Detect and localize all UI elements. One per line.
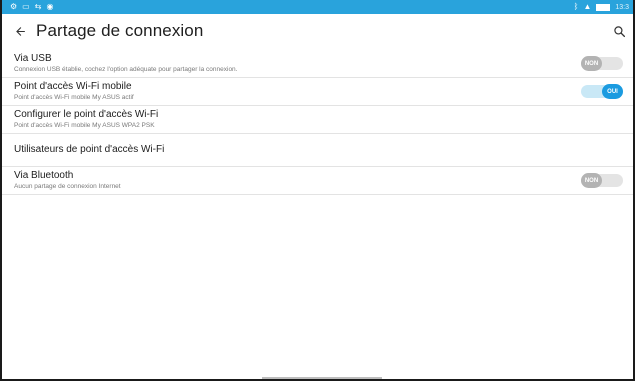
status-bar-left: ⚙ ▭ ⇆ ◉ bbox=[10, 3, 53, 11]
setting-subtitle: Connexion USB établie, cochez l'option a… bbox=[14, 66, 238, 73]
bluetooth-icon: ᛒ bbox=[573, 2, 579, 11]
setting-text: Point d'accès Wi-Fi mobile Point d'accès… bbox=[14, 81, 134, 102]
usb-toggle[interactable]: NON bbox=[581, 56, 623, 71]
setting-text: Via USB Connexion USB établie, cochez l'… bbox=[14, 53, 237, 74]
settings-list: Via USB Connexion USB établie, cochez l'… bbox=[2, 50, 633, 195]
toggle-knob: NON bbox=[581, 173, 602, 188]
setting-title: Utilisateurs de point d'accès Wi-Fi bbox=[14, 144, 165, 155]
message-icon: ▭ bbox=[22, 2, 30, 11]
status-bar-right: ᛒ ▲ 13:3 bbox=[574, 3, 629, 11]
setting-title: Configurer le point d'accès Wi-Fi bbox=[14, 109, 159, 120]
setting-subtitle: Point d'accès Wi-Fi mobile My ASUS actif bbox=[14, 94, 134, 101]
search-icon bbox=[613, 25, 625, 37]
wifi-icon: ▲ bbox=[583, 2, 592, 11]
setting-via-usb[interactable]: Via USB Connexion USB établie, cochez l'… bbox=[2, 50, 633, 78]
setting-text: Configurer le point d'accès Wi-Fi Point … bbox=[14, 109, 158, 130]
search-button[interactable] bbox=[611, 23, 627, 39]
page-title: Partage de connexion bbox=[36, 21, 204, 40]
setting-subtitle: Point d'accès Wi-Fi mobile My ASUS WPA2 … bbox=[14, 122, 155, 129]
back-button[interactable] bbox=[12, 23, 28, 39]
setting-text: Utilisateurs de point d'accès Wi-Fi bbox=[14, 144, 164, 156]
screen: ⚙ ▭ ⇆ ◉ ᛒ ▲ 13:3 Partage de connexion Vi… bbox=[0, 0, 635, 381]
battery-icon bbox=[596, 3, 611, 11]
setting-subtitle: Aucun partage de connexion Internet bbox=[14, 183, 121, 190]
title-group: Partage de connexion bbox=[12, 21, 203, 41]
setting-via-bluetooth[interactable]: Via Bluetooth Aucun partage de connexion… bbox=[2, 167, 633, 195]
status-bar: ⚙ ▭ ⇆ ◉ ᛒ ▲ 13:3 bbox=[2, 0, 633, 14]
usb-icon: ⇆ bbox=[34, 2, 42, 11]
hotspot-icon: ◉ bbox=[46, 2, 54, 11]
app-bar: Partage de connexion bbox=[2, 14, 633, 48]
setting-hotspot-users[interactable]: Utilisateurs de point d'accès Wi-Fi bbox=[2, 134, 633, 167]
wifi-hotspot-toggle[interactable]: OUI bbox=[581, 84, 623, 99]
settings-icon: ⚙ bbox=[10, 2, 18, 11]
arrow-left-icon bbox=[15, 26, 25, 36]
setting-wifi-hotspot[interactable]: Point d'accès Wi-Fi mobile Point d'accès… bbox=[2, 78, 633, 106]
bluetooth-toggle[interactable]: NON bbox=[581, 173, 623, 188]
toggle-knob: OUI bbox=[602, 84, 623, 99]
setting-title: Via USB bbox=[14, 53, 52, 64]
navigation-hint-bar bbox=[262, 377, 382, 379]
setting-text: Via Bluetooth Aucun partage de connexion… bbox=[14, 170, 121, 191]
setting-title: Via Bluetooth bbox=[14, 170, 74, 181]
setting-title: Point d'accès Wi-Fi mobile bbox=[14, 81, 132, 92]
status-time: 13:3 bbox=[615, 3, 629, 11]
toggle-knob: NON bbox=[581, 56, 602, 71]
setting-configure-hotspot[interactable]: Configurer le point d'accès Wi-Fi Point … bbox=[2, 106, 633, 134]
